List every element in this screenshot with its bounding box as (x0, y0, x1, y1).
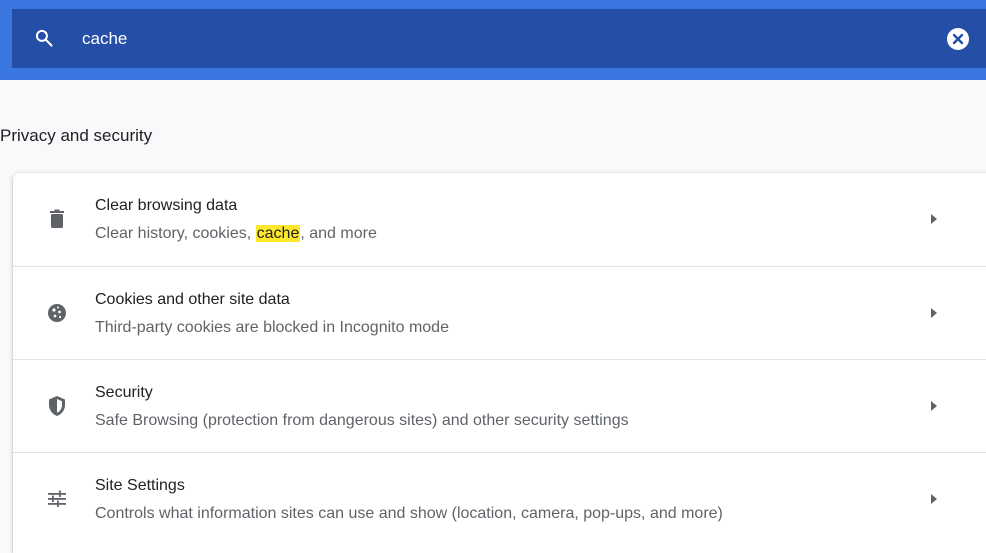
cookies-row[interactable]: Cookies and other site data Third-party … (13, 266, 986, 360)
trash-icon (50, 209, 64, 228)
clear-browsing-data-row[interactable]: Clear browsing data Clear history, cooki… (13, 173, 986, 266)
row-subtitle: Controls what information sites can use … (95, 505, 723, 522)
subtitle-before: Clear history, cookies, (95, 225, 256, 242)
row-title: Site Settings (95, 477, 185, 494)
shield-icon (49, 396, 65, 416)
row-subtitle: Clear history, cookies, cache, and more (95, 225, 377, 243)
row-subtitle: Safe Browsing (protection from dangerous… (95, 412, 629, 429)
cookie-icon (48, 304, 66, 322)
search-match-highlight: cache (255, 225, 301, 242)
close-icon (952, 33, 964, 45)
arrow-right-icon (931, 494, 937, 504)
subtitle-after: , and more (300, 225, 377, 242)
row-title: Clear browsing data (95, 197, 238, 214)
row-title: Security (95, 384, 153, 401)
privacy-security-card: Clear browsing data Clear history, cooki… (13, 173, 986, 553)
arrow-right-icon (931, 214, 937, 224)
toolbar (0, 0, 986, 80)
clear-search-button[interactable] (947, 28, 969, 50)
row-subtitle: Third-party cookies are blocked in Incog… (95, 319, 449, 336)
arrow-right-icon (931, 401, 937, 411)
section-title: Privacy and security (0, 126, 153, 145)
site-settings-row[interactable]: Site Settings Controls what information … (13, 452, 986, 546)
tune-icon (48, 490, 66, 507)
row-title: Cookies and other site data (95, 291, 290, 308)
search-input[interactable] (82, 27, 922, 51)
search-bar[interactable] (12, 9, 986, 68)
arrow-right-icon (931, 308, 937, 318)
search-icon (35, 29, 53, 47)
security-row[interactable]: Security Safe Browsing (protection from … (13, 359, 986, 453)
